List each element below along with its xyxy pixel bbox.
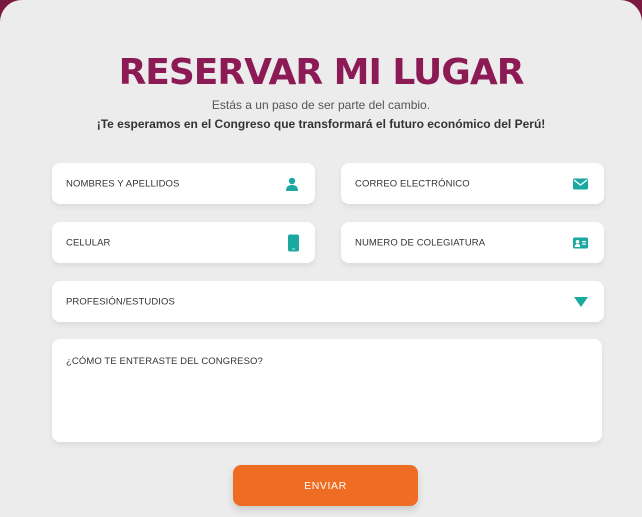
profession-select[interactable]: PROFESIÓN/ESTUDIOS (52, 281, 604, 322)
email-field[interactable]: CORREO ELECTRÓNICO (341, 163, 604, 204)
how-heard-placeholder: ¿CÓMO TE ENTERASTE DEL CONGRESO? (66, 356, 263, 367)
college-number-placeholder: NUMERO DE COLEGIATURA (355, 237, 486, 248)
user-icon (285, 177, 299, 191)
id-card-icon (573, 237, 588, 248)
page-title: RESERVAR MI LUGAR (118, 52, 525, 93)
name-placeholder: NOMBRES Y APELLIDOS (66, 178, 180, 189)
name-field[interactable]: NOMBRES Y APELLIDOS (52, 163, 315, 204)
subtitle: Estás a un paso de ser parte del cambio. (211, 98, 431, 112)
how-heard-textarea[interactable]: ¿CÓMO TE ENTERASTE DEL CONGRESO? (52, 339, 602, 442)
submit-button[interactable]: ENVIAR (233, 465, 418, 506)
mobile-phone-icon (288, 234, 299, 251)
phone-placeholder: CELULAR (66, 237, 111, 248)
envelope-icon (573, 178, 588, 189)
tagline: ¡Te esperamos en el Congreso que transfo… (96, 117, 546, 131)
profession-placeholder: PROFESIÓN/ESTUDIOS (66, 296, 175, 307)
phone-field[interactable]: CELULAR (52, 222, 315, 263)
college-number-field[interactable]: NUMERO DE COLEGIATURA (341, 222, 604, 263)
email-placeholder: CORREO ELECTRÓNICO (355, 178, 470, 189)
reservation-card: RESERVAR MI LUGAR Estás a un paso de ser… (0, 0, 642, 517)
caret-down-icon[interactable] (574, 296, 588, 307)
